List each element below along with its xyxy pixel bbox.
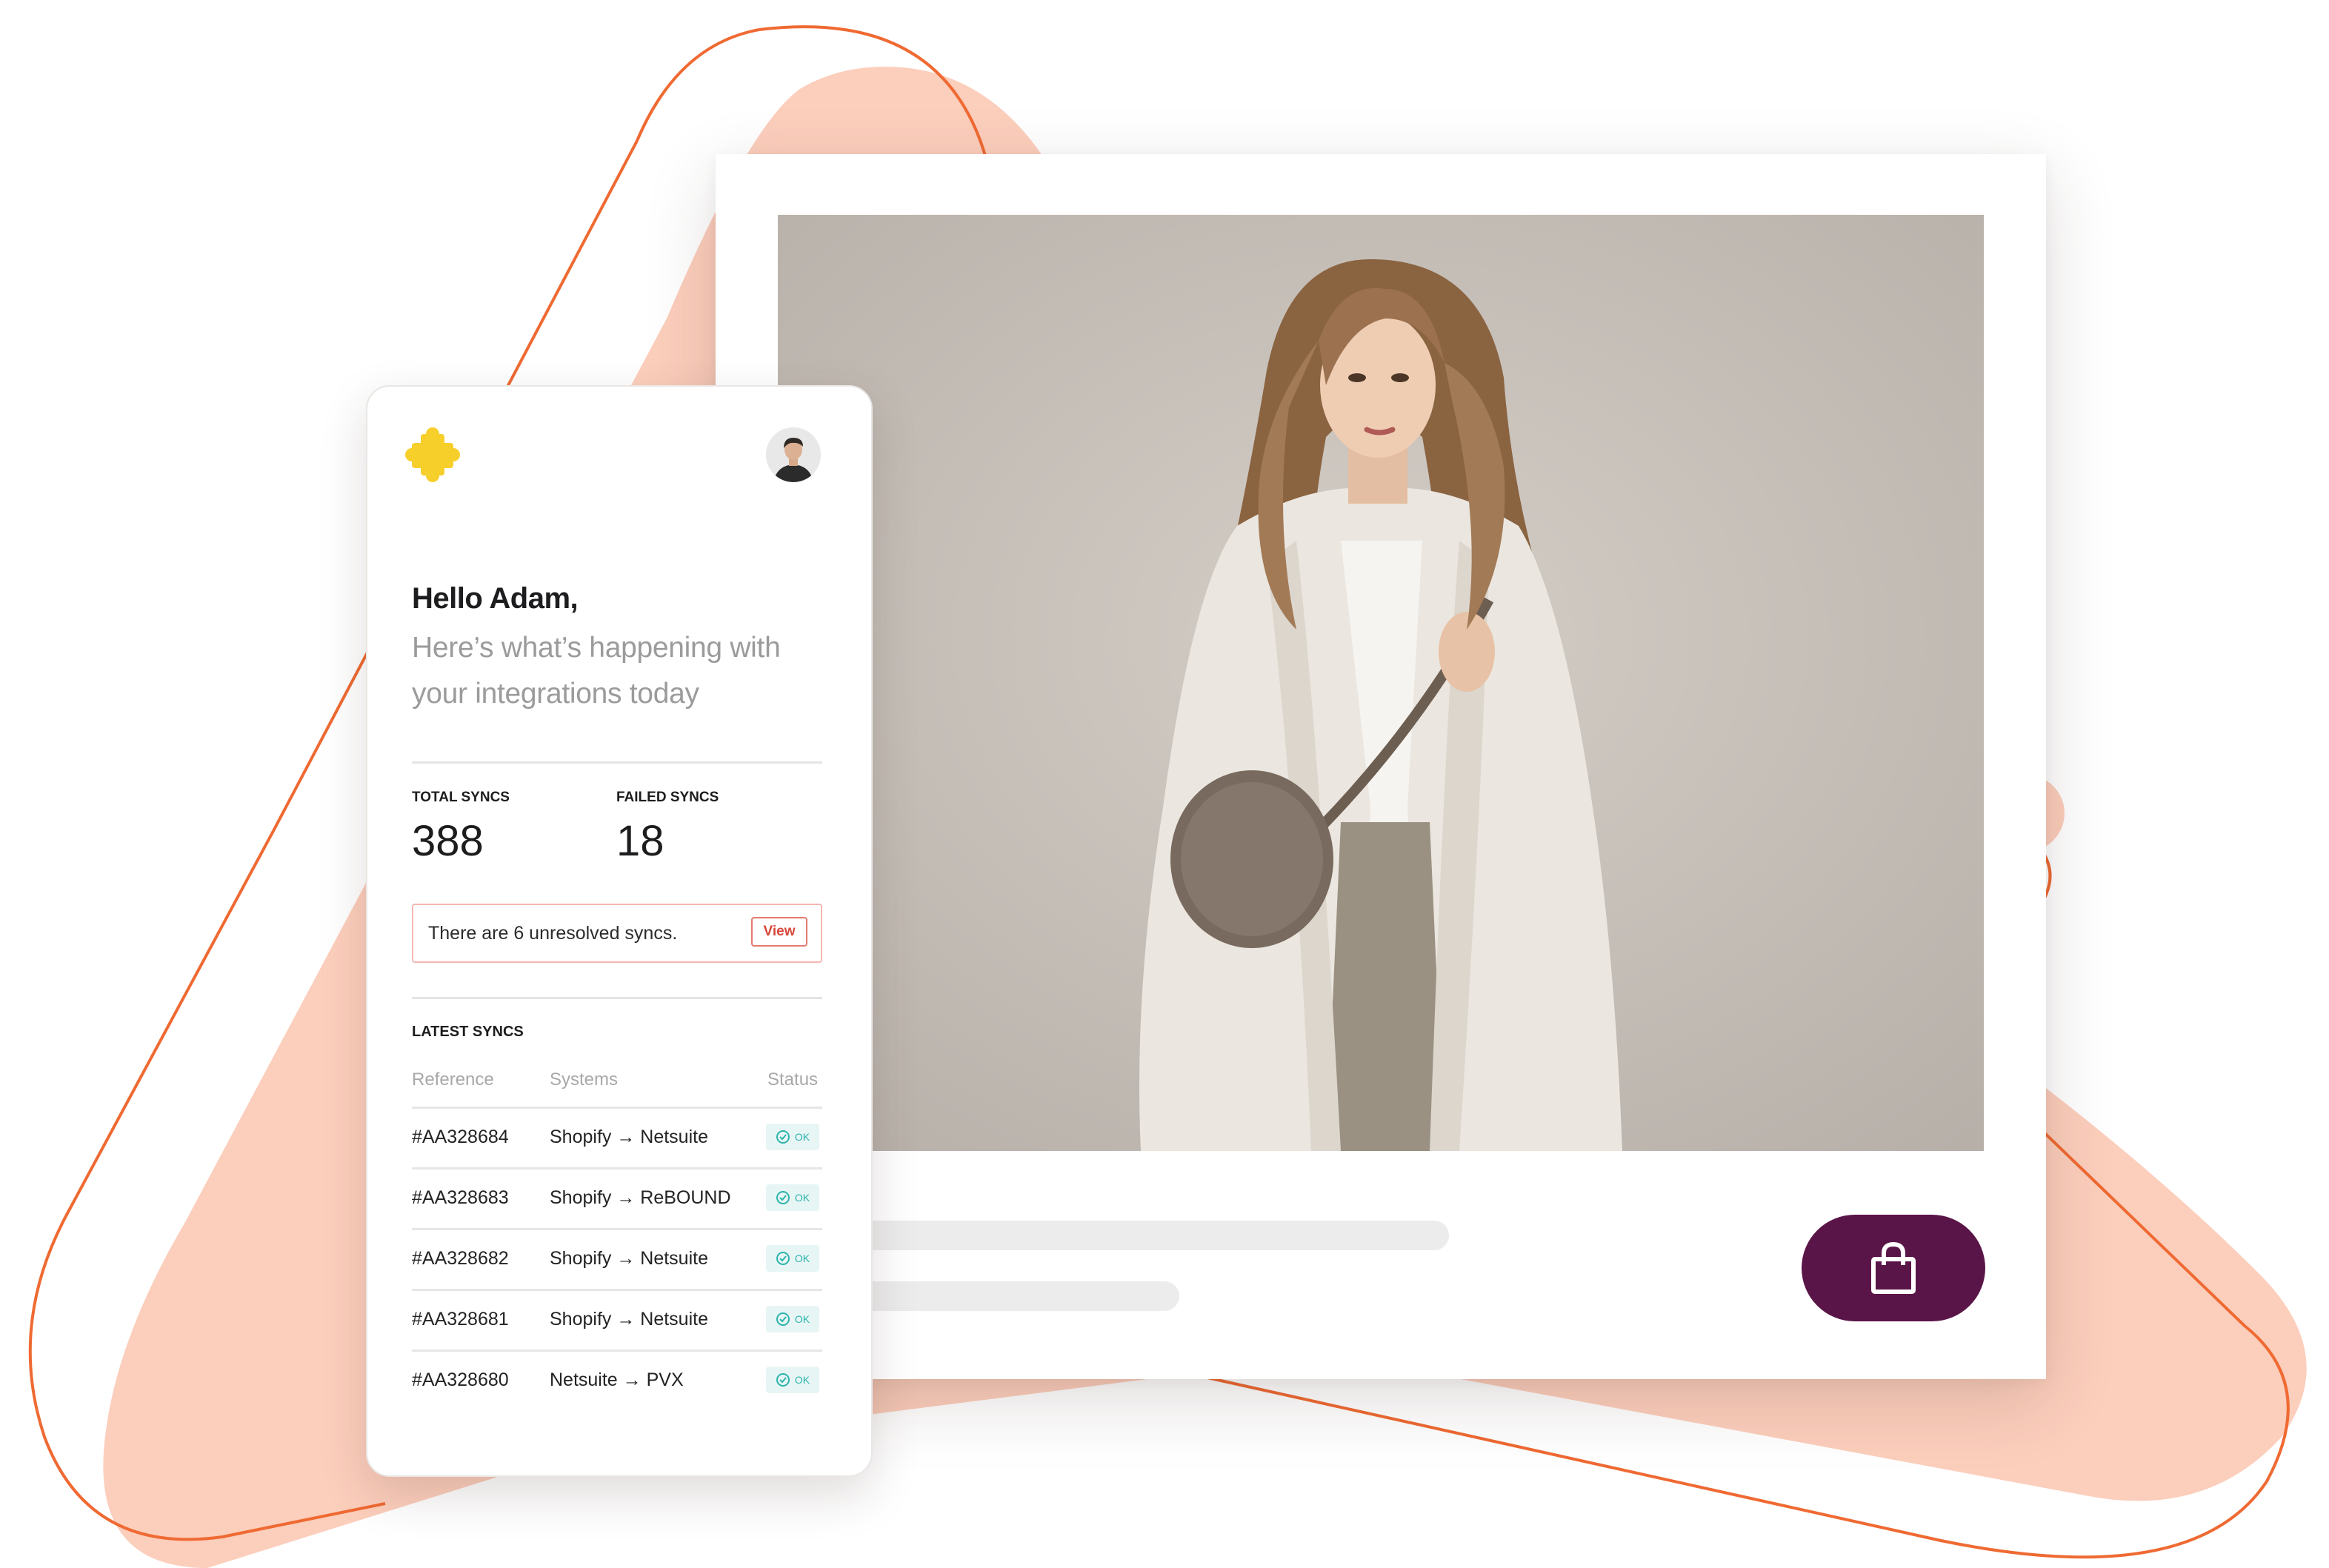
user-avatar[interactable] — [766, 427, 821, 482]
sync-systems: Shopify → Netsuite — [550, 1309, 708, 1330]
total-syncs-value: 388 — [412, 817, 484, 865]
table-row[interactable]: #AA328682 Shopify → Netsuite OK — [412, 1228, 822, 1291]
column-header-reference: Reference — [412, 1070, 494, 1090]
sync-systems: Shopify → Netsuite — [550, 1248, 708, 1269]
status-badge: OK — [766, 1184, 819, 1211]
sync-systems: Netsuite → PVX — [550, 1370, 684, 1390]
skeleton-subtitle-line — [856, 1281, 1179, 1311]
check-circle-icon — [776, 1373, 790, 1387]
divider — [412, 761, 822, 764]
status-text: OK — [794, 1252, 810, 1264]
status-badge: OK — [766, 1124, 819, 1150]
status-badge: OK — [766, 1245, 819, 1272]
check-circle-icon — [776, 1130, 790, 1144]
status-text: OK — [794, 1192, 810, 1204]
status-badge: OK — [766, 1367, 819, 1393]
alert-message: There are 6 unresolved syncs. — [428, 923, 678, 944]
status-text: OK — [794, 1313, 810, 1325]
status-badge: OK — [766, 1306, 819, 1332]
latest-syncs-title: LATEST SYNCS — [412, 1024, 524, 1040]
puzzle-logo-icon — [405, 427, 460, 482]
sync-systems: Shopify → Netsuite — [550, 1127, 708, 1147]
status-text: OK — [794, 1131, 810, 1143]
product-card — [716, 154, 2046, 1379]
divider — [412, 997, 822, 999]
add-to-bag-button[interactable] — [1802, 1215, 1985, 1321]
sync-reference: #AA328683 — [412, 1187, 509, 1208]
failed-syncs-label: FAILED SYNCS — [616, 790, 719, 805]
skeleton-title-line — [856, 1221, 1449, 1250]
sync-systems: Shopify → ReBOUND — [550, 1187, 731, 1208]
column-header-systems: Systems — [550, 1070, 619, 1090]
product-photo — [778, 215, 1984, 1151]
sync-reference: #AA328682 — [412, 1248, 509, 1269]
table-row[interactable]: #AA328681 Shopify → Netsuite OK — [412, 1289, 822, 1352]
table-row[interactable]: #AA328684 Shopify → Netsuite OK — [412, 1107, 822, 1170]
greeting-heading: Hello Adam, — [412, 582, 579, 615]
table-row[interactable]: #AA328680 Netsuite → PVX OK — [412, 1350, 822, 1412]
table-row[interactable]: #AA328683 Shopify → ReBOUND OK — [412, 1167, 822, 1230]
sync-reference: #AA328684 — [412, 1127, 509, 1147]
check-circle-icon — [776, 1191, 790, 1204]
sync-reference: #AA328680 — [412, 1370, 509, 1390]
check-circle-icon — [776, 1252, 790, 1265]
total-syncs-label: TOTAL SYNCS — [412, 790, 510, 805]
status-text: OK — [794, 1374, 810, 1386]
failed-syncs-value: 18 — [616, 817, 664, 865]
greeting-subtitle: Here’s what’s happening with your integr… — [412, 632, 781, 710]
sync-reference: #AA328681 — [412, 1309, 509, 1330]
integrations-dashboard-card: Hello Adam, Here’s what’s happening with… — [366, 385, 873, 1477]
check-circle-icon — [776, 1312, 790, 1326]
shopping-bag-icon — [1871, 1242, 1916, 1294]
view-unresolved-button[interactable]: View — [751, 917, 807, 947]
unresolved-syncs-alert: There are 6 unresolved syncs. View — [412, 904, 822, 963]
column-header-status: Status — [767, 1070, 819, 1090]
